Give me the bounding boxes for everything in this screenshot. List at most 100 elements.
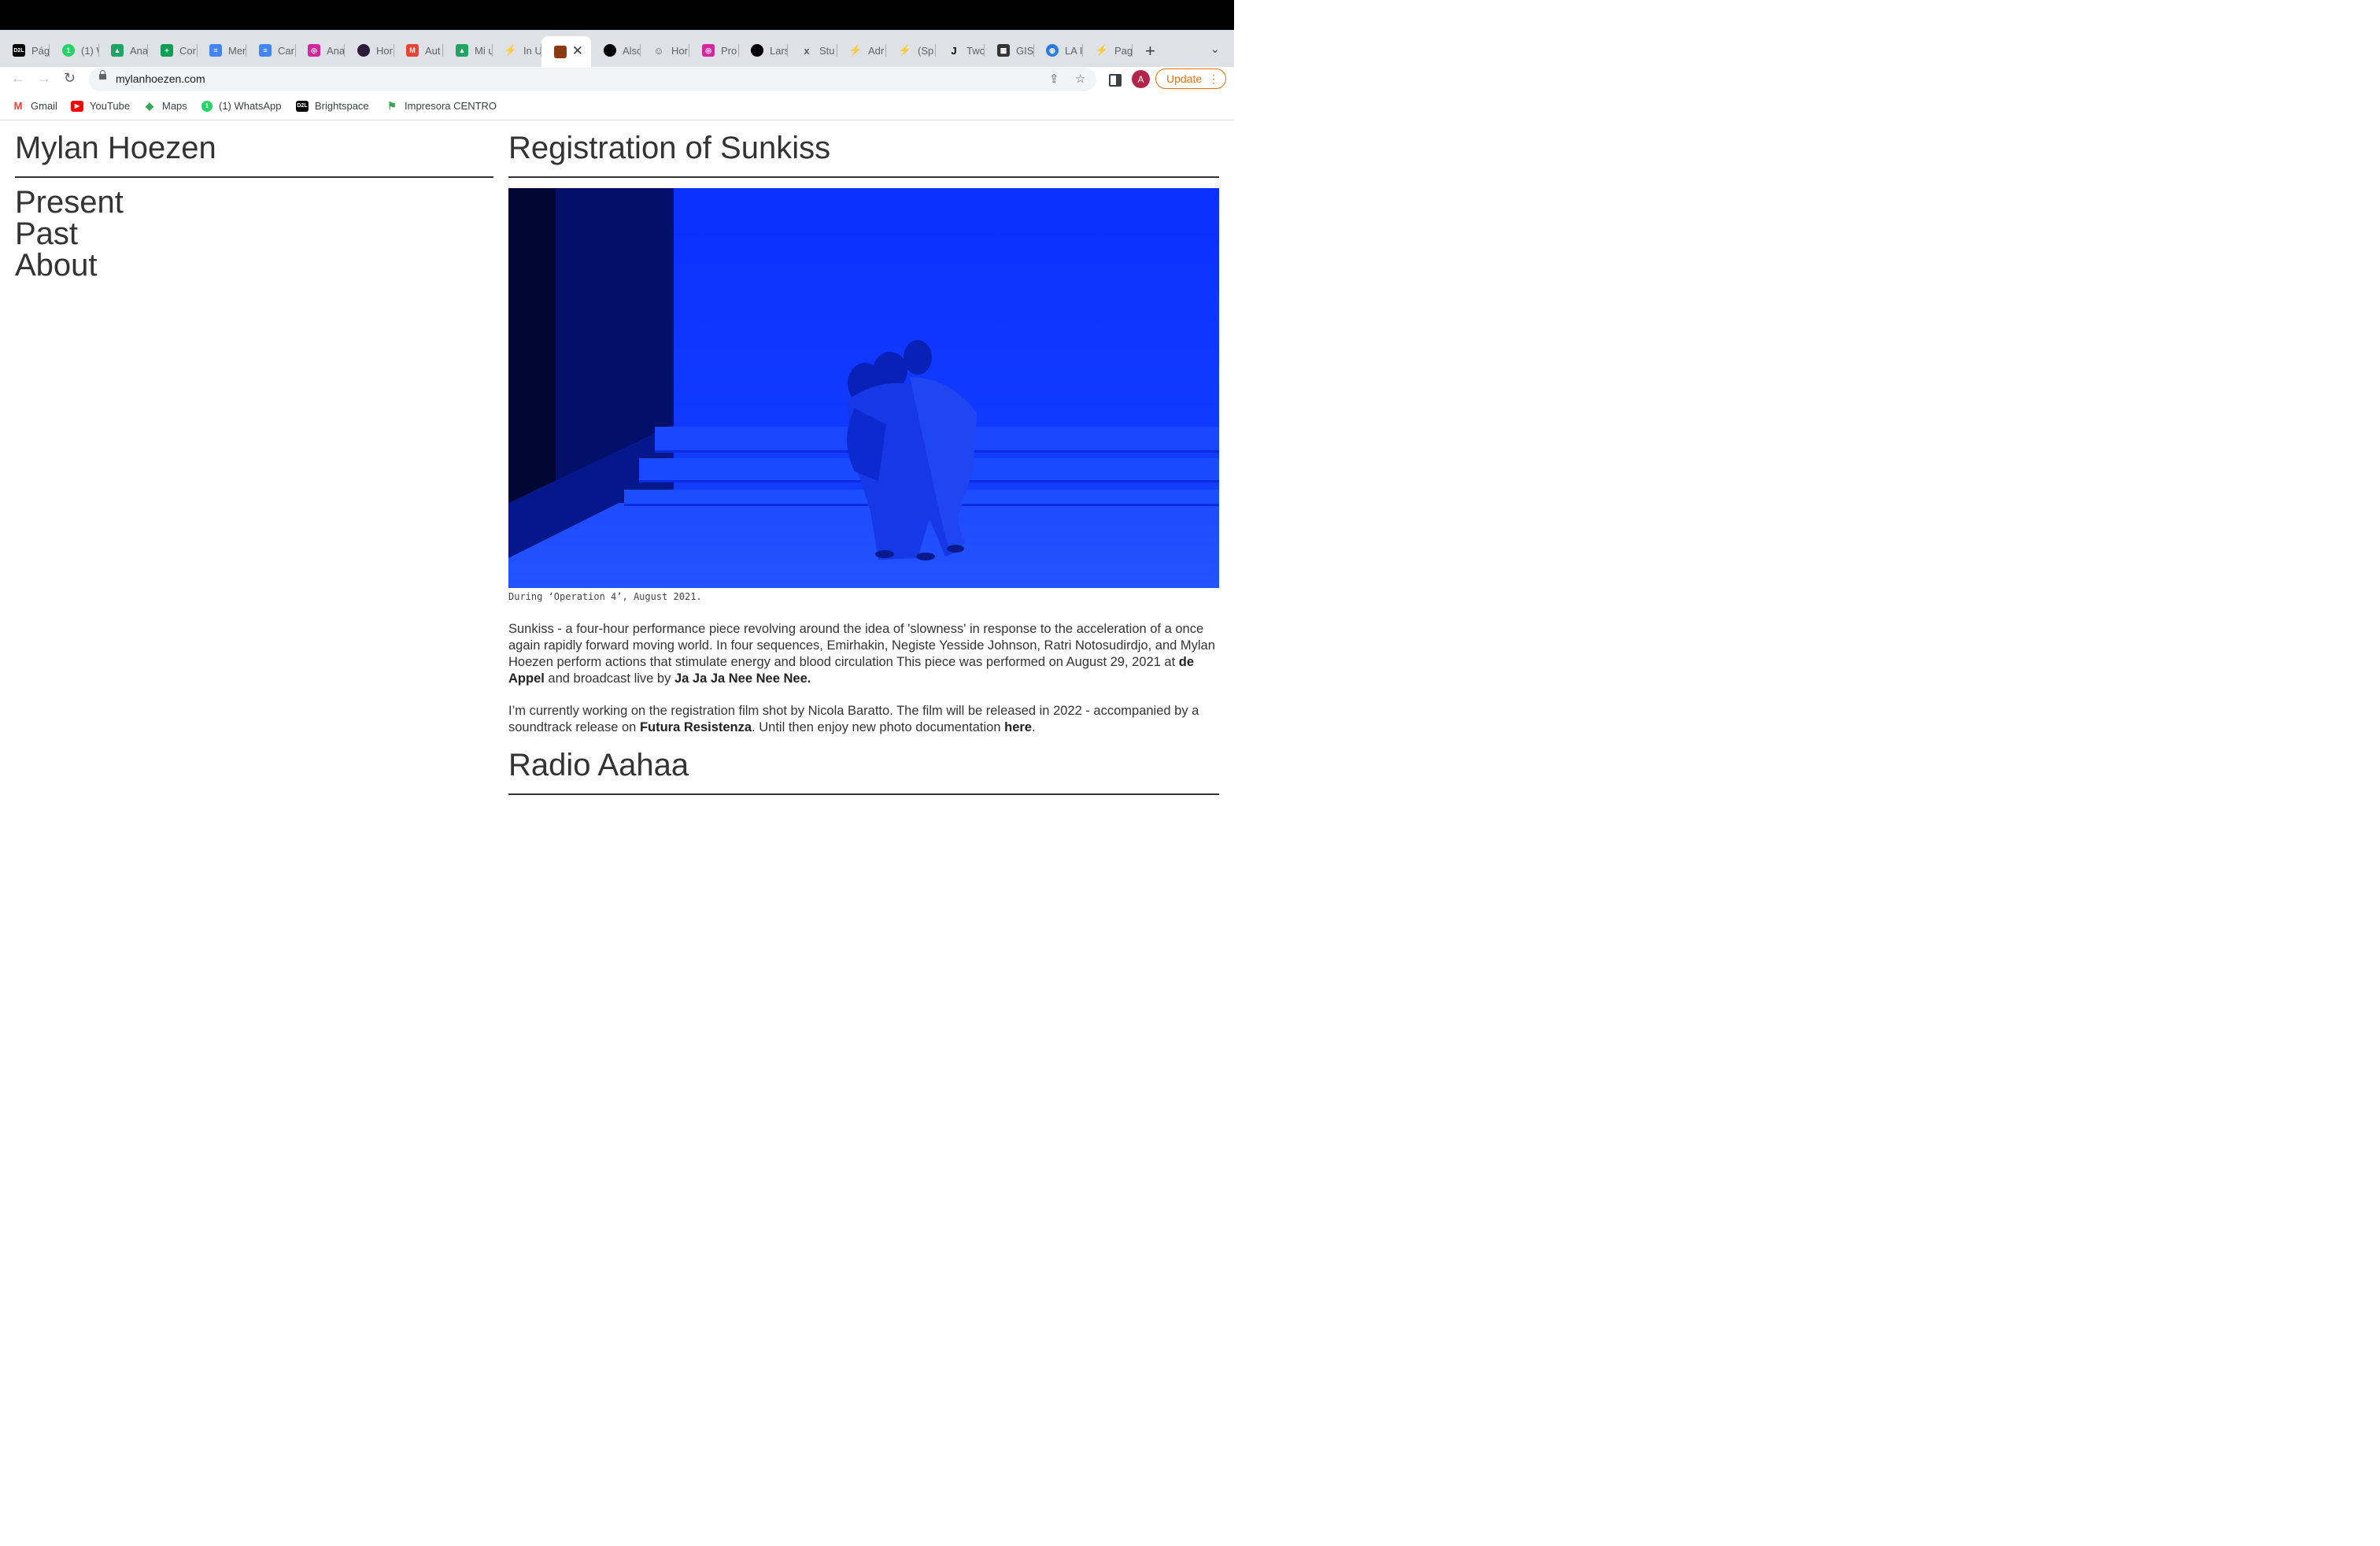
browser-tab[interactable]: M Aut <box>394 36 443 65</box>
x-small-icon: x <box>804 44 810 57</box>
post-paragraph-2: I’m currently working on the registratio… <box>508 703 1219 736</box>
tab-title: Pág <box>31 44 49 57</box>
gmail-icon: M <box>13 100 23 112</box>
nav-present[interactable]: Present <box>15 185 124 220</box>
bolt-icon: ⚡ <box>899 44 911 56</box>
browser-tab[interactable]: ⚡ In U <box>492 36 541 65</box>
address-bar[interactable]: mylanhoezen.com ⇪ ☆ <box>89 68 1096 91</box>
bolt-icon: ⚡ <box>504 44 517 56</box>
bookmark-item[interactable]: ⚑ Impresora CENTRO <box>386 99 497 113</box>
profile-avatar[interactable]: A <box>1132 70 1150 88</box>
tab-title: (1) W <box>81 44 98 57</box>
browser-tab[interactable]: ✕ <box>541 36 591 67</box>
link-ja-ja-ja[interactable]: Ja Ja Ja Nee Nee Nee. <box>674 671 811 686</box>
tab-title: LA I <box>1065 44 1082 57</box>
browser-tab[interactable]: Lars <box>738 36 788 65</box>
tab-strip: D2LPág1(1) W▲Ana+Cor≡Mer≡Car◎AnaHorMAut▲… <box>0 30 1234 67</box>
browser-tab[interactable]: ⚡ (Sp <box>886 36 936 65</box>
browser-tab[interactable]: ◍ LA I <box>1033 36 1083 65</box>
tab-title: Aut <box>425 44 441 57</box>
back-arrow-icon[interactable]: ← <box>11 70 25 87</box>
browser-toolbar: ← → ↻ mylanhoezen.com ⇪ ☆ A Update ⋮ <box>0 67 1234 92</box>
forward-arrow-icon[interactable]: → <box>37 70 51 87</box>
more-menu-icon: ⋮ <box>1208 72 1219 85</box>
tab-title: In U <box>523 44 541 57</box>
bookmark-item[interactable]: M Gmail <box>12 100 57 112</box>
tab-title: Ana <box>327 44 344 57</box>
d2l-icon: D2L <box>13 44 25 57</box>
whatsapp-icon: 1 <box>201 100 213 112</box>
share-icon[interactable]: ⇪ <box>1049 72 1059 86</box>
macos-menu-bar <box>0 0 1234 30</box>
post-divider <box>508 176 1219 178</box>
paragraph-2-mid: . Until then enjoy new photo documentati… <box>752 720 1005 734</box>
google-drive-icon: ▲ <box>111 44 124 57</box>
browser-tab[interactable]: ▲ Ana <box>98 36 148 65</box>
whatsapp-icon: 1 <box>62 44 75 57</box>
bookmark-item[interactable]: ◆ Maps <box>143 100 187 113</box>
browser-tab[interactable]: ◎ Pro <box>689 36 739 65</box>
next-post-title: Radio Aahaa <box>508 748 689 782</box>
link-futura-resistenza[interactable]: Futura Resistenza <box>640 720 752 734</box>
browser-tab[interactable]: ▦ GIS <box>985 36 1034 65</box>
performance-photo <box>508 188 1219 588</box>
tab-title: (Sp <box>918 44 934 57</box>
tab-title: Two <box>966 44 984 57</box>
browser-tab[interactable]: ≡ Mer <box>197 36 246 65</box>
bookmark-item[interactable]: D2L Brightspace <box>296 100 369 112</box>
browser-tab[interactable]: ☺ Hor <box>640 36 689 65</box>
reload-icon[interactable]: ↻ <box>64 70 76 87</box>
browser-tab[interactable]: ⚡ Pag <box>1083 36 1133 65</box>
tab-title: Mi u <box>475 44 492 57</box>
tab-title: Car <box>278 44 294 57</box>
browser-tab[interactable]: ⚡ Adr <box>837 36 886 65</box>
post-paragraph-1: Sunkiss - a four-hour performance piece … <box>508 621 1219 687</box>
url-text: mylanhoezen.com <box>116 72 205 85</box>
black-circle-icon <box>604 44 616 57</box>
bookmark-label: Impresora CENTRO <box>405 100 497 112</box>
browser-tab[interactable]: ◎ Ana <box>295 36 345 65</box>
nav-past[interactable]: Past <box>15 216 78 252</box>
new-tab-icon[interactable]: + <box>1145 41 1155 61</box>
bookmark-label: (1) WhatsApp <box>219 100 282 112</box>
browser-tab[interactable]: ≡ Car <box>246 36 296 65</box>
close-tab-icon[interactable]: ✕ <box>572 43 583 59</box>
bookmark-star-icon[interactable]: ☆ <box>1075 72 1085 86</box>
browser-tab[interactable]: Hor <box>345 36 394 65</box>
browser-tab[interactable]: D2L Pág <box>0 36 50 65</box>
bookmark-item[interactable]: 1 (1) WhatsApp <box>201 100 281 112</box>
tab-title: Hor <box>376 44 393 57</box>
site-title[interactable]: Mylan Hoezen <box>15 131 216 166</box>
tab-title: Mer <box>228 44 246 57</box>
lock-icon[interactable] <box>99 70 106 80</box>
update-button[interactable]: Update ⋮ <box>1155 68 1226 89</box>
pixel-logo-icon: ▦ <box>997 44 1010 57</box>
tab-title: Ana <box>130 44 147 57</box>
browser-tab[interactable]: J Two <box>935 36 985 65</box>
tab-title: Also <box>623 44 640 57</box>
browser-tab[interactable]: Also <box>591 36 641 65</box>
bookmark-label: YouTube <box>90 100 131 112</box>
browser-tab[interactable]: + Cor <box>148 36 198 65</box>
flag-icon: ⚑ <box>387 99 397 112</box>
gmail-icon: M <box>406 44 419 57</box>
bookmark-label: Brightspace <box>315 100 369 112</box>
bookmark-item[interactable]: ▶ YouTube <box>71 100 130 112</box>
tab-search-chevron-icon[interactable]: ⌄ <box>1210 43 1220 56</box>
tab-title: Pro <box>721 44 737 57</box>
link-here[interactable]: here <box>1004 720 1032 734</box>
google-sheets-icon: + <box>161 44 173 57</box>
paragraph-2-end: . <box>1031 720 1036 734</box>
instagram-icon: ◎ <box>702 44 715 57</box>
browser-tab[interactable]: x Stu <box>788 36 837 65</box>
instagram-icon: ◎ <box>308 44 320 57</box>
side-panel-icon[interactable] <box>1109 74 1122 87</box>
bookmarks-bar: M Gmail ▶ YouTube ◆ Maps 1 (1) WhatsApp D2L Brigh… <box>0 92 1234 120</box>
tab-title: Lars <box>770 44 787 57</box>
browser-tab[interactable]: ▲ Mi u <box>443 36 493 65</box>
browser-tab[interactable]: 1 (1) W <box>50 36 99 65</box>
photo-thumbnail-icon <box>554 45 567 58</box>
nav-about[interactable]: About <box>15 248 98 283</box>
google-docs-icon: ≡ <box>209 44 222 57</box>
tab-title: Adr <box>868 44 885 57</box>
